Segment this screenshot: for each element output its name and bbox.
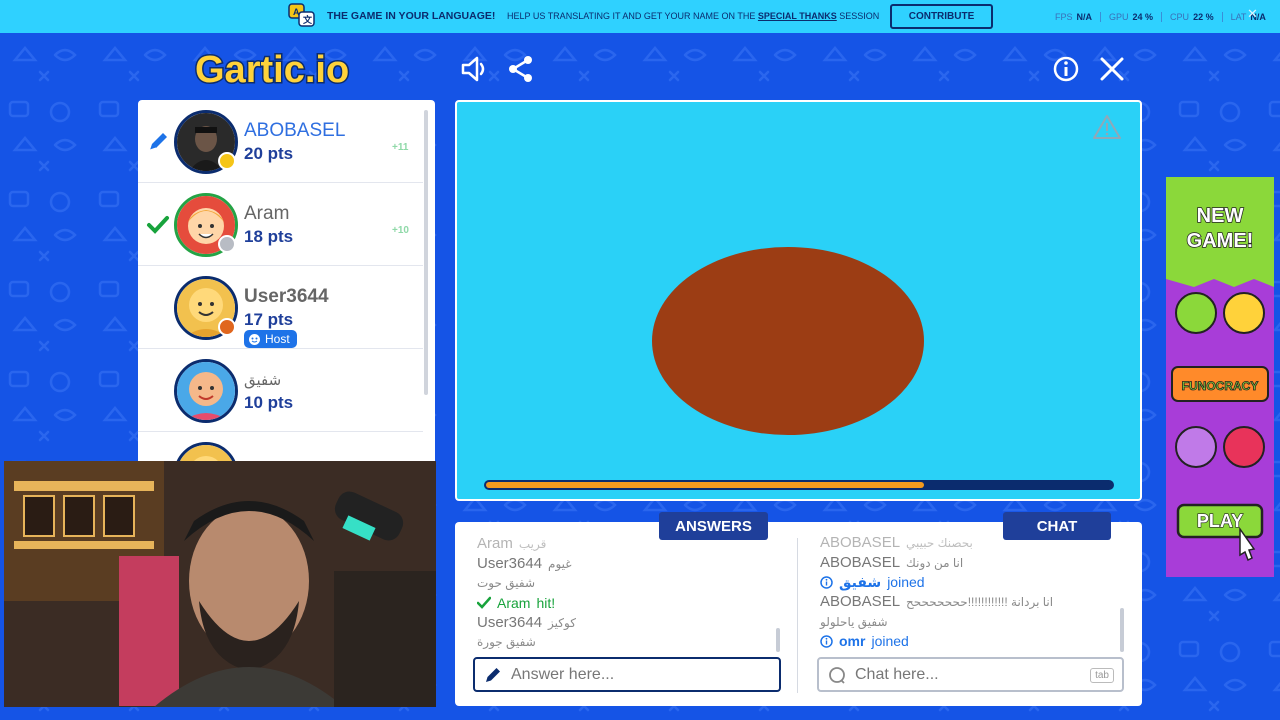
svg-text:NEW: NEW <box>1197 205 1244 227</box>
performance-stats: FPS N/A GPU 24 % CPU 22 % LAT N/A <box>1055 12 1274 22</box>
gpu-stat: GPU 24 % <box>1101 12 1163 22</box>
chat-scrollbar[interactable] <box>1120 608 1124 652</box>
list-item: شفيق ياحلولو <box>820 614 888 629</box>
chat-divider <box>797 538 798 693</box>
answer-field[interactable] <box>473 657 781 692</box>
player-points: 20 pts <box>244 144 294 163</box>
report-warning-icon[interactable] <box>1093 115 1121 139</box>
info-icon[interactable] <box>1052 55 1080 83</box>
list-item: شفيق حوت <box>477 576 536 591</box>
status-dot <box>218 318 236 336</box>
avatar <box>174 442 238 462</box>
sound-icon[interactable] <box>460 55 490 83</box>
svg-text:A: A <box>293 7 300 17</box>
advertisement-banner[interactable]: NEW GAME! FUNOCRACY PLAY <box>1166 177 1274 577</box>
points-gain: +11 <box>392 142 409 153</box>
host-badge: Host <box>244 330 297 348</box>
list-item: User3644 غيوم <box>477 555 572 573</box>
answers-list: Aram قريب User3644 غيوم شفيق حوت Aram hit! … <box>477 534 777 652</box>
svg-text:Gartic.io: Gartic.io <box>195 49 349 90</box>
player-name: شفيق <box>244 372 282 389</box>
player-row: Aram 18 pts +10 <box>138 183 423 266</box>
answers-scrollbar[interactable] <box>776 628 780 652</box>
list-item: omr joined <box>820 631 1120 651</box>
list-item: شفيق joined <box>820 572 1120 592</box>
drawing-canvas[interactable] <box>455 100 1142 501</box>
player-row <box>138 432 423 462</box>
player-row: User3644 17 pts Host <box>138 266 423 349</box>
players-scrollbar[interactable] <box>424 110 428 395</box>
chat-field[interactable]: tab <box>817 657 1124 692</box>
smiley-icon <box>249 333 260 345</box>
banner-promo-subtext: HELP US TRANSLATING IT AND GET YOUR NAME… <box>507 11 880 21</box>
gartic-logo: Gartic.io <box>194 48 351 90</box>
player-points: 17 pts <box>244 310 294 329</box>
player-name: ABOBASEL <box>244 120 346 141</box>
svg-text:FUNOCRACY: FUNOCRACY <box>1182 379 1259 393</box>
chat-bubble-icon <box>829 666 845 684</box>
drawn-shape <box>652 247 924 435</box>
svg-text:文: 文 <box>302 14 313 25</box>
banner-promo-title: THE GAME IN YOUR LANGUAGE! <box>327 10 496 22</box>
player-name: Aram <box>244 203 290 224</box>
close-icon[interactable] <box>1098 55 1126 83</box>
avatar <box>174 359 238 423</box>
info-icon <box>820 635 833 648</box>
status-dot <box>218 235 236 253</box>
pencil-icon <box>149 133 167 151</box>
timer-progress <box>486 482 925 488</box>
answer-input[interactable] <box>511 665 779 684</box>
svg-text:GAME!: GAME! <box>1187 230 1254 252</box>
player-points: 18 pts <box>244 227 294 246</box>
check-icon <box>477 596 491 609</box>
share-icon[interactable] <box>507 55 535 83</box>
list-item: ABOBASEL بحصنك حبيبي <box>820 534 973 552</box>
translation-banner: A 文 THE GAME IN YOUR LANGUAGE! HELP US T… <box>0 0 1280 33</box>
list-item: Aram hit! <box>477 593 777 613</box>
special-thanks-link[interactable]: SPECIAL THANKS <box>758 11 837 21</box>
check-icon <box>147 216 169 234</box>
svg-text:PLAY: PLAY <box>1197 511 1243 531</box>
info-icon <box>820 575 833 589</box>
points-gain: +10 <box>392 225 409 236</box>
player-points: 10 pts <box>244 393 294 412</box>
cpu-stat: CPU 22 % <box>1162 12 1223 22</box>
canvas-drawing <box>652 115 1121 435</box>
list-item: ABOBASEL انا من دونك <box>820 554 964 572</box>
pencil-icon <box>486 667 500 682</box>
tab-key-hint: tab <box>1090 668 1114 683</box>
player-row: ABOBASEL 20 pts +11 <box>138 100 423 183</box>
fps-stat: FPS N/A <box>1055 12 1102 22</box>
translate-icon: A 文 <box>288 3 315 27</box>
list-item: Aram قريب <box>477 535 547 553</box>
timer-bar <box>484 480 1114 490</box>
chat-list: ABOBASEL بحصنك حبيبي ABOBASEL انا من دونك … <box>820 533 1120 651</box>
webcam-overlay <box>4 461 436 707</box>
list-item: شفيق جورة <box>477 635 536 650</box>
player-name: User3644 <box>244 286 329 307</box>
list-item: ABOBASEL انا بردانة !!!!!!!!!!!!حححححححح <box>820 593 1054 611</box>
players-panel: ABOBASEL 20 pts +11 Aram 18 pts +10 User… <box>138 100 435 462</box>
contribute-button[interactable]: CONTRIBUTE <box>890 4 993 29</box>
chat-input[interactable] <box>855 665 1122 684</box>
player-row: شفيق 10 pts <box>138 349 423 432</box>
status-dot <box>218 152 236 170</box>
list-item: User3644 كوكيز <box>477 614 576 632</box>
close-banner-icon[interactable]: ✕ <box>1247 6 1258 22</box>
